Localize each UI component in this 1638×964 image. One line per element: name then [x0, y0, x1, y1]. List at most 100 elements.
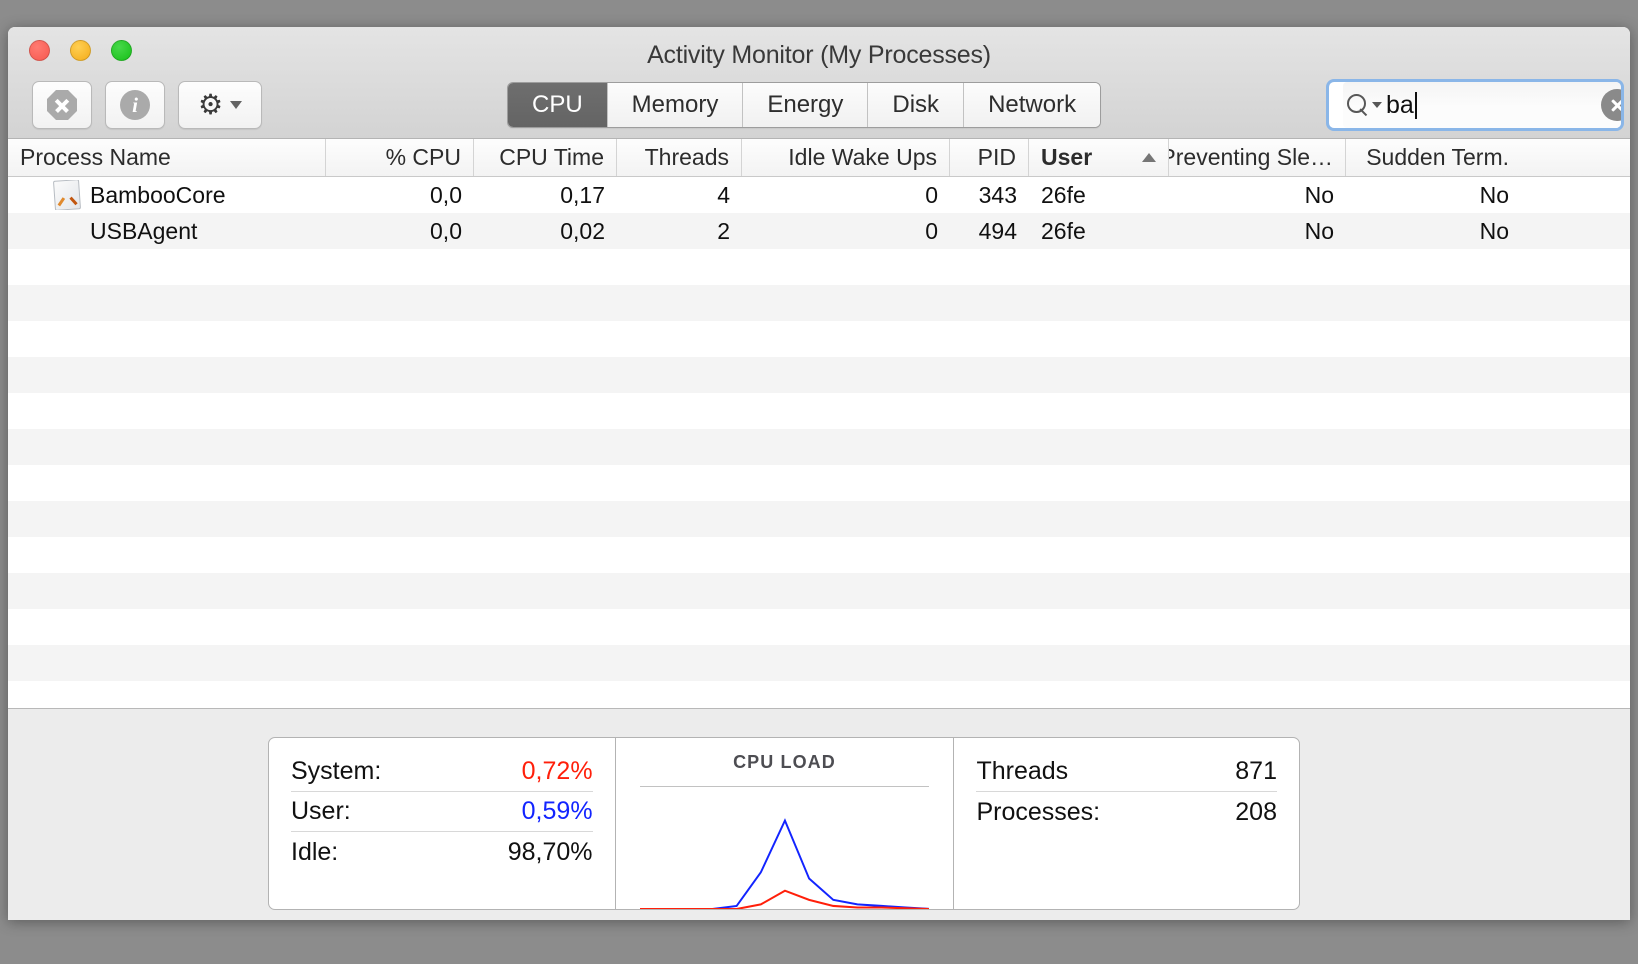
inspect-process-button[interactable]: i	[105, 81, 165, 129]
quit-process-button[interactable]	[32, 81, 92, 129]
column-label: Threads	[644, 144, 729, 170]
table-row-empty	[8, 681, 1630, 708]
cell-cpu: 0,0	[430, 217, 462, 244]
column-header-cpu-time[interactable]: CPU Time	[474, 139, 617, 176]
actions-menu-button[interactable]: ⚙	[178, 81, 262, 129]
cpu-load-chart	[639, 786, 930, 909]
cell-sudden: No	[1479, 181, 1509, 208]
cpu-usage-panel: System: 0,72% User: 0,59% Idle: 98,70%	[269, 738, 616, 909]
cell-preventing: No	[1304, 181, 1334, 208]
tab-disk-label: Disk	[892, 91, 940, 118]
text-caret	[1414, 91, 1417, 119]
tab-memory-label: Memory	[631, 91, 719, 118]
stat-row-idle: Idle: 98,70%	[291, 832, 593, 872]
cell-user: 26fe	[1041, 181, 1086, 208]
table-row-empty	[8, 249, 1630, 285]
column-header-cpu-percent[interactable]: % CPU	[326, 139, 474, 176]
column-label: CPU Time	[499, 144, 604, 170]
table-row-empty	[8, 429, 1630, 465]
tab-disk[interactable]: Disk	[868, 83, 965, 127]
cpu-load-graph-panel: CPU LOAD	[616, 738, 955, 909]
cell-process-name: USBAgent	[8, 218, 326, 245]
summary-panels: System: 0,72% User: 0,59% Idle: 98,70% C…	[268, 737, 1300, 910]
search-menu-chevron-down-icon[interactable]	[1372, 102, 1382, 108]
info-icon: i	[120, 90, 150, 120]
system-counts-panel: Threads 871 Processes: 208	[954, 738, 1299, 909]
cpu-load-chart-svg	[639, 818, 930, 909]
stat-label-processes: Processes:	[976, 797, 1101, 826]
tab-cpu[interactable]: CPU	[508, 83, 608, 127]
app-document-icon	[52, 180, 82, 210]
table-row-empty	[8, 321, 1630, 357]
cell-threads: 4	[717, 181, 730, 208]
table-row[interactable]: USBAgent 0,0 0,02 2 0 494 26fe No No	[8, 213, 1630, 249]
column-label: Idle Wake Ups	[788, 144, 937, 170]
column-header-pid[interactable]: PID	[950, 139, 1029, 176]
column-label: Sudden Term.	[1366, 144, 1509, 170]
view-tab-group: CPU Memory Energy Disk Network	[507, 82, 1102, 128]
column-header-sudden-term[interactable]: Sudden Term.	[1346, 139, 1521, 176]
stat-row-user: User: 0,59%	[291, 792, 593, 832]
search-field[interactable]: ba	[1326, 79, 1624, 131]
stat-row-system: System: 0,72%	[291, 752, 593, 792]
search-field-inner[interactable]: ba	[1343, 82, 1621, 128]
table-body: BambooCore 0,0 0,17 4 0 343 26fe No No USBAgent 0,…	[8, 177, 1630, 708]
cell-preventing: No	[1304, 217, 1334, 244]
column-header-process-name[interactable]: Process Name	[8, 139, 326, 176]
activity-monitor-window: Activity Monitor (My Processes) i ⚙ CPU …	[8, 27, 1630, 920]
column-header-user[interactable]: User	[1029, 139, 1169, 176]
cpu-load-user-series	[639, 818, 930, 909]
column-label: % CPU	[385, 144, 461, 170]
stat-value-threads: 871	[1235, 757, 1277, 785]
table-row-empty	[8, 573, 1630, 609]
cell-cpu: 0,0	[430, 181, 462, 208]
clear-search-button[interactable]	[1601, 89, 1621, 121]
tab-energy-label: Energy	[767, 91, 844, 118]
stat-value-user: 0,59%	[521, 797, 593, 825]
table-row-empty	[8, 357, 1630, 393]
cell-pid: 343	[978, 181, 1017, 208]
gear-icon: ⚙	[197, 89, 224, 120]
toolbar-left-group: i ⚙	[32, 81, 262, 129]
column-header-idle-wake-ups[interactable]: Idle Wake Ups	[742, 139, 950, 176]
tab-memory[interactable]: Memory	[607, 83, 744, 127]
cell-idle_wake: 0	[925, 217, 938, 244]
window-titlebar: Activity Monitor (My Processes) i ⚙ CPU …	[8, 27, 1630, 139]
table-row-empty	[8, 645, 1630, 681]
stat-value-system: 0,72%	[521, 757, 593, 785]
stat-value-processes: 208	[1235, 797, 1277, 826]
column-label: PID	[977, 144, 1016, 170]
stat-row-threads: Threads 871	[976, 752, 1277, 792]
tab-energy[interactable]: Energy	[743, 83, 869, 127]
stat-value-idle: 98,70%	[507, 837, 593, 866]
table-row-empty	[8, 609, 1630, 645]
column-header-preventing-sleep[interactable]: Preventing Sle…	[1169, 139, 1346, 176]
cell-process-name: BambooCore	[8, 180, 326, 210]
cell-cpu_time: 0,17	[560, 181, 605, 208]
table-row[interactable]: BambooCore 0,0 0,17 4 0 343 26fe No No	[8, 177, 1630, 213]
cell-threads: 2	[717, 217, 730, 244]
tab-network[interactable]: Network	[964, 83, 1101, 127]
tab-network-label: Network	[988, 91, 1077, 118]
table-header-row: Process Name % CPU CPU Time Threads Idle…	[8, 139, 1630, 177]
search-input[interactable]: ba	[1386, 91, 1414, 120]
stat-label-system: System:	[291, 757, 382, 785]
cpu-load-title: CPU LOAD	[733, 752, 836, 772]
stat-label-idle: Idle:	[291, 837, 339, 866]
cell-sudden: No	[1479, 217, 1509, 244]
process-table: Process Name % CPU CPU Time Threads Idle…	[8, 139, 1630, 709]
window-title: Activity Monitor (My Processes)	[647, 41, 991, 69]
table-row-empty	[8, 465, 1630, 501]
table-row-empty	[8, 393, 1630, 429]
search-icon[interactable]	[1347, 94, 1369, 116]
sort-ascending-icon	[1142, 153, 1156, 162]
stat-label-threads: Threads	[976, 757, 1069, 785]
chevron-down-icon	[230, 101, 243, 109]
column-header-threads[interactable]: Threads	[617, 139, 742, 176]
table-row-empty	[8, 537, 1630, 573]
cell-pid: 494	[978, 217, 1017, 244]
cell-cpu_time: 0,02	[560, 217, 605, 244]
table-row-empty	[8, 501, 1630, 537]
stat-row-processes: Processes: 208	[976, 792, 1277, 832]
process-name-label: BambooCore	[90, 181, 226, 208]
